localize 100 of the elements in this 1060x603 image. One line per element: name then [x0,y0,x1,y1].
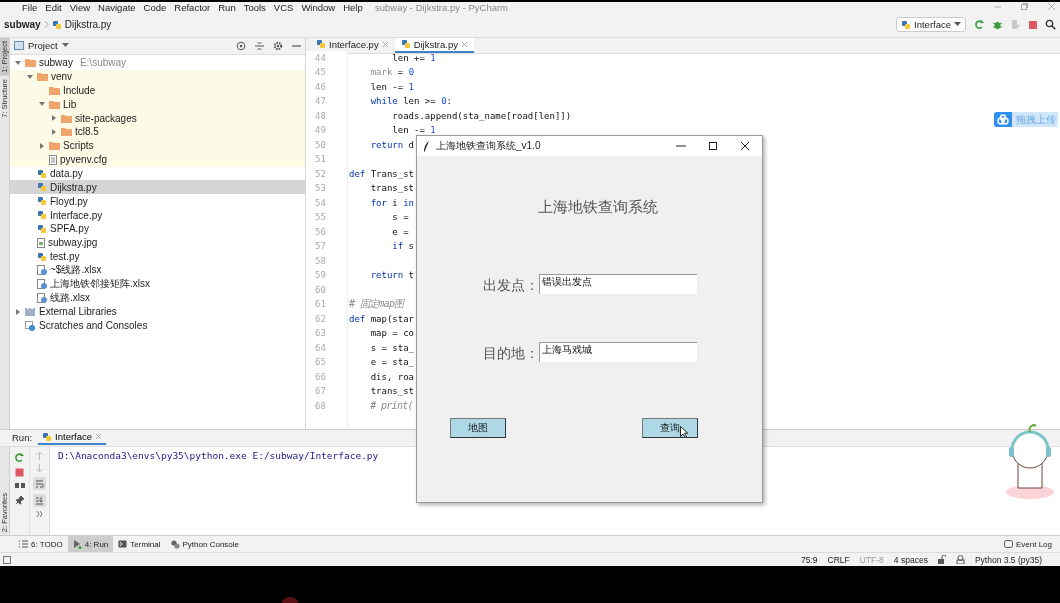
menu-item[interactable]: Navigate [94,2,140,13]
tree-item[interactable]: subway E:\subway [10,55,305,70]
layout-icon[interactable] [14,481,25,490]
line-number: 64 [314,341,327,355]
panel-title[interactable]: Project [28,40,58,52]
status-item[interactable]: 75:9 [801,554,818,565]
tree-item[interactable]: subway.jpg [10,235,305,250]
breadcrumb-item[interactable]: Dijkstra.py [64,19,112,31]
more-icon[interactable] [35,510,44,517]
project-view-icon [14,41,24,51]
menu-item[interactable]: View [65,2,95,13]
tree-item[interactable]: tcl8.5 [10,125,305,139]
close-icon[interactable] [740,141,750,151]
menu-item[interactable]: Window [297,2,340,13]
rerun-icon[interactable] [974,19,985,31]
up-arrow-icon[interactable] [35,450,44,460]
tree-item[interactable]: Interface.py [10,208,305,222]
collapse-all-icon[interactable] [255,40,264,51]
menu-item[interactable]: File [18,2,42,13]
input-field[interactable]: 上海马戏城 [539,342,697,362]
menu-item[interactable]: Refactor [170,2,215,13]
cloud-icon [997,114,1009,125]
menu-item[interactable]: Tools [239,2,270,13]
tool-window-tab[interactable]: 6: TODO [14,536,68,553]
code-line: return d [369,138,415,152]
caret-icon [61,43,69,49]
restore-icon[interactable] [1020,2,1029,11]
breadcrumb-item[interactable]: subway [4,19,41,31]
status-item[interactable]: CRLF [827,554,850,565]
run-config-dropdown[interactable]: Interface [896,17,966,33]
unknown-file-icon [37,279,47,290]
status-item[interactable]: 4 spaces [893,554,928,565]
folder-path: E:\subway [79,57,127,69]
tree-item[interactable]: Dijkstra.py [10,180,305,195]
dialog-title: 上海地铁查询系统_v1.0 [436,139,541,153]
line-number: 62 [314,312,327,326]
tool-window-tab[interactable]: Python Console [165,536,244,553]
rerun-icon[interactable] [14,451,25,463]
inspector-icon[interactable] [955,555,965,565]
stop-icon[interactable] [15,467,24,477]
tree-item[interactable]: ~$线路.xlsx [10,263,305,278]
code-line: while len >= 0: [369,95,452,109]
console-output: D:\Anaconda3\envs\py35\python.exe E:/subway/Interface.py [58,449,379,461]
image-file-icon [37,237,45,248]
gear-icon[interactable] [273,40,283,51]
tree-item[interactable]: 上海地铁邻接矩阵.xlsx [10,277,305,292]
menu-item[interactable]: Code [139,2,171,13]
pin-icon[interactable] [14,494,25,505]
scroll-to-end-icon[interactable] [33,493,46,507]
menu-item[interactable]: Run [214,2,240,13]
library-icon [25,307,36,317]
dialog-heading: 上海地铁查询系统 [537,198,658,217]
code-line: # 固定map图 [349,297,404,312]
tool-window-tab[interactable]: Terminal [113,536,166,553]
tree-item[interactable]: Lib [10,97,305,112]
code-line: for i in [369,196,415,210]
tree-item[interactable]: Floyd.py [10,194,305,209]
unknown-file-icon [37,293,47,304]
menu-item[interactable]: VCS [269,2,298,13]
code-line: if s [391,240,415,254]
event-log-button[interactable]: Event Log [1003,539,1052,549]
code-line: mark = 0 [369,66,415,80]
python-file-icon [37,251,47,262]
crosshair-icon[interactable] [236,40,246,51]
line-number: 52 [314,167,327,181]
tree-item[interactable]: site-packages [10,111,305,126]
tree-item[interactable]: 线路.xlsx [10,291,305,305]
tree-item[interactable]: test.py [10,249,305,264]
run-tab[interactable]: Interface [38,430,107,446]
search-icon[interactable] [1045,19,1056,31]
stop-icon[interactable] [1028,19,1038,30]
bug-icon[interactable] [992,19,1003,31]
soft-wrap-icon[interactable] [33,476,46,490]
interpreter-status[interactable]: Python 3.5 (py35) [974,554,1042,565]
line-number: 44 [314,51,327,65]
line-number: 67 [314,385,327,399]
code-line: def Trans_st [349,167,415,181]
python-file-icon [901,19,912,30]
tree-item[interactable]: venv [10,69,305,84]
maximize-icon[interactable] [708,141,718,151]
lock-icon[interactable] [937,555,946,565]
line-number: 53 [314,182,327,196]
code-line: len -= 1 [369,80,415,94]
line-number: 66 [314,370,327,384]
tool-window-tab[interactable]: 4: Run [67,536,114,553]
dialog-button[interactable]: 查询 [642,418,698,438]
tree-item[interactable]: SPFA.py [10,221,305,236]
field-label: 目的地： [483,345,539,363]
menu-item[interactable]: Help [339,2,367,13]
input-field[interactable]: 错误出发点 [539,274,697,294]
line-number: 59 [314,269,327,283]
dialog-button[interactable]: 地图 [450,418,506,438]
list-icon [19,540,28,549]
menu-item[interactable]: Edit [41,2,66,13]
square-icon[interactable] [3,555,11,564]
line-number: 46 [314,80,327,94]
down-arrow-icon[interactable] [35,463,44,473]
tree-item[interactable]: External Libraries [10,305,305,319]
tree-item[interactable]: Scratches and Consoles [10,318,305,333]
tree-item[interactable]: data.py [10,166,305,181]
